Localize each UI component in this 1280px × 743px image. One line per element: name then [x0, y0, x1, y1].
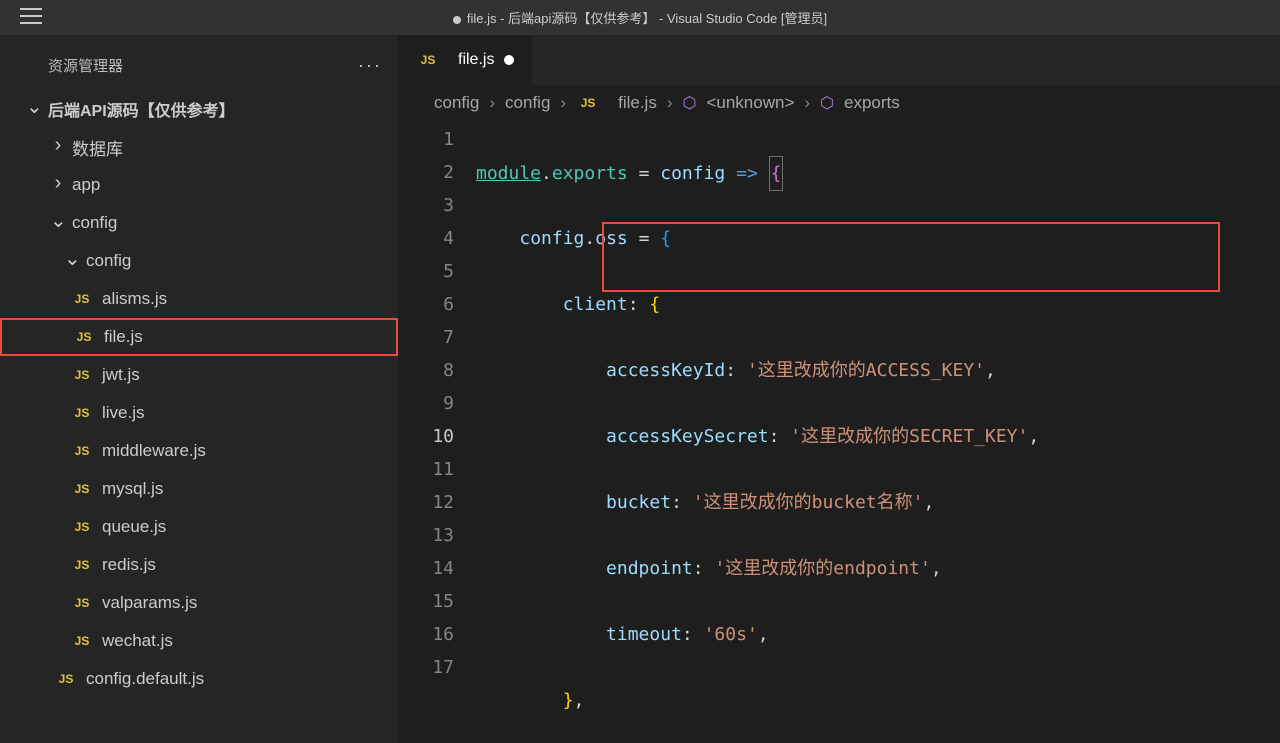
- dirty-dot-icon: [453, 16, 461, 24]
- chevron-down-icon: [64, 249, 80, 274]
- cube-icon: ⬡: [820, 93, 834, 113]
- tree-file-valparams[interactable]: valparams.js: [0, 584, 398, 622]
- tree-file-wechat[interactable]: wechat.js: [0, 622, 398, 660]
- tree-file-mysql[interactable]: mysql.js: [0, 470, 398, 508]
- js-icon: [70, 632, 94, 650]
- breadcrumb[interactable]: config › config › file.js › ⬡ <unknown> …: [398, 85, 1280, 123]
- tree-root[interactable]: 后端API源码【仅供参考】: [0, 90, 398, 128]
- tab-filejs[interactable]: file.js: [398, 35, 533, 85]
- js-icon: [70, 366, 94, 384]
- chevron-right-icon: [50, 174, 66, 197]
- menu-icon[interactable]: [20, 8, 42, 24]
- tree-folder-config1[interactable]: config: [0, 204, 398, 242]
- code-content[interactable]: module.exports = config => { config.oss …: [476, 123, 1280, 743]
- js-icon: [70, 518, 94, 536]
- tree-folder-app[interactable]: app: [0, 166, 398, 204]
- tree-folder-db[interactable]: 数据库: [0, 128, 398, 166]
- chevron-right-icon: [50, 136, 66, 159]
- more-icon[interactable]: ···: [358, 55, 382, 76]
- dirty-dot-icon: [504, 55, 514, 65]
- chevron-down-icon: [26, 97, 42, 122]
- window-title: file.js - 后端api源码【仅供参考】 - Visual Studio …: [467, 11, 827, 26]
- js-icon: [70, 480, 94, 498]
- js-icon: [70, 594, 94, 612]
- tree-folder-config2[interactable]: config: [0, 242, 398, 280]
- tree-file-configdefault[interactable]: config.default.js: [0, 660, 398, 698]
- js-icon: [72, 328, 96, 346]
- js-icon: [70, 442, 94, 460]
- js-icon: [70, 290, 94, 308]
- js-icon: [70, 404, 94, 422]
- tree-file-live[interactable]: live.js: [0, 394, 398, 432]
- cube-icon: ⬡: [683, 93, 697, 113]
- tree-file-jwt[interactable]: jwt.js: [0, 356, 398, 394]
- titlebar: file.js - 后端api源码【仅供参考】 - Visual Studio …: [0, 0, 1280, 35]
- explorer-title: 资源管理器: [48, 55, 123, 76]
- explorer-sidebar: 资源管理器 ··· 后端API源码【仅供参考】 数据库 app config: [0, 35, 398, 743]
- tree-file-file[interactable]: file.js: [0, 318, 398, 356]
- js-icon: [576, 94, 600, 112]
- tabbar: file.js: [398, 35, 1280, 85]
- tree-file-middleware[interactable]: middleware.js: [0, 432, 398, 470]
- code-editor[interactable]: 123 456 789 101112 131415 1617 module.ex…: [398, 123, 1280, 743]
- js-icon: [70, 556, 94, 574]
- line-gutter: 123 456 789 101112 131415 1617: [398, 123, 476, 743]
- tree-file-alisms[interactable]: alisms.js: [0, 280, 398, 318]
- js-icon: [54, 670, 78, 688]
- tree-file-redis[interactable]: redis.js: [0, 546, 398, 584]
- js-icon: [416, 51, 440, 69]
- chevron-down-icon: [50, 211, 66, 236]
- tree-file-queue[interactable]: queue.js: [0, 508, 398, 546]
